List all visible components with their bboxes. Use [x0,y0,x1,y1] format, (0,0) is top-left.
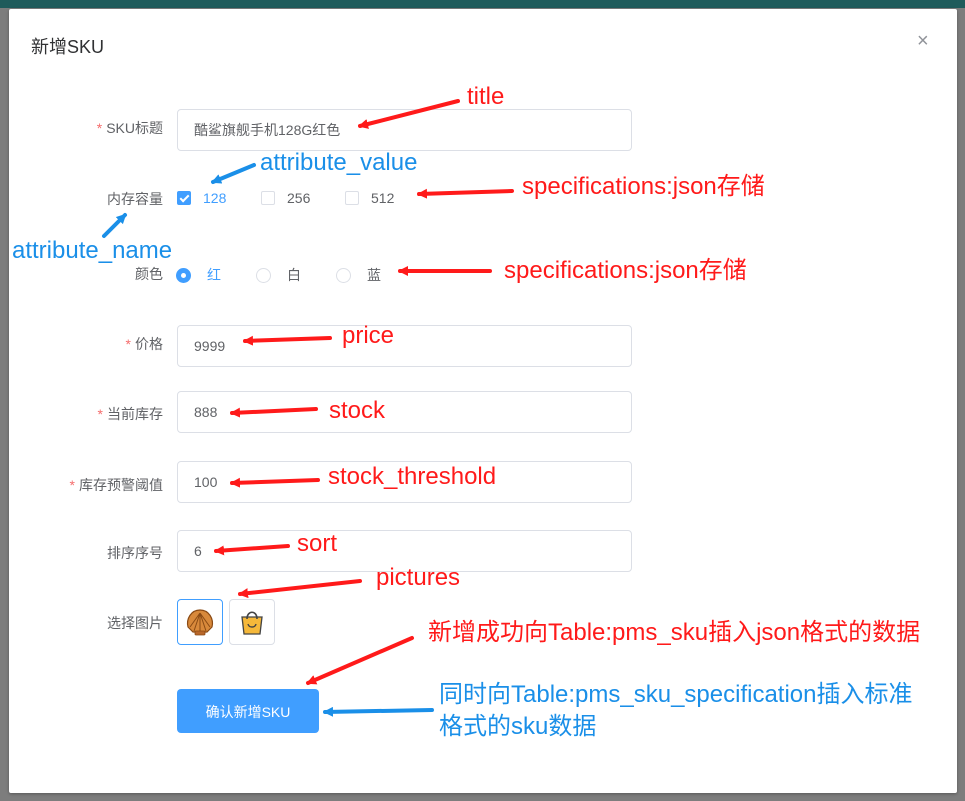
arrow-price [243,335,332,346]
arrow-title [358,99,460,129]
arrow-attribute-name [102,213,127,238]
arrow-sort [214,544,290,556]
annotation-specifications-color: specifications:json存储 [504,257,747,284]
annotation-attribute-value: attribute_value [260,149,418,176]
arrow-pictures [238,579,362,599]
arrow-attribute-value [211,163,256,184]
arrow-insert-sku [306,636,414,685]
annotation-title: title [467,83,505,110]
arrow-stock [230,407,318,418]
annotation-insert-spec-line1: 同时向Table:pms_sku_specification插入标准 [439,681,913,708]
annotation-price: price [342,322,395,349]
annotation-insert-spec-line2: 格式的sku数据 [439,713,597,740]
annotation-attribute-name: attribute_name [12,237,173,264]
arrow-specifications-memory [417,188,514,199]
annotation-specifications-memory: specifications:json存储 [522,173,765,200]
annotation-insert-sku: 新增成功向Table:pms_sku插入json格式的数据 [428,619,921,646]
annotation-pictures: pictures [376,564,461,591]
arrow-stock-threshold [230,477,320,488]
arrow-insert-spec [323,706,434,717]
annotation-stock-threshold: stock_threshold [328,463,497,490]
annotation-sort: sort [297,530,338,557]
annotation-stock: stock [329,397,386,424]
